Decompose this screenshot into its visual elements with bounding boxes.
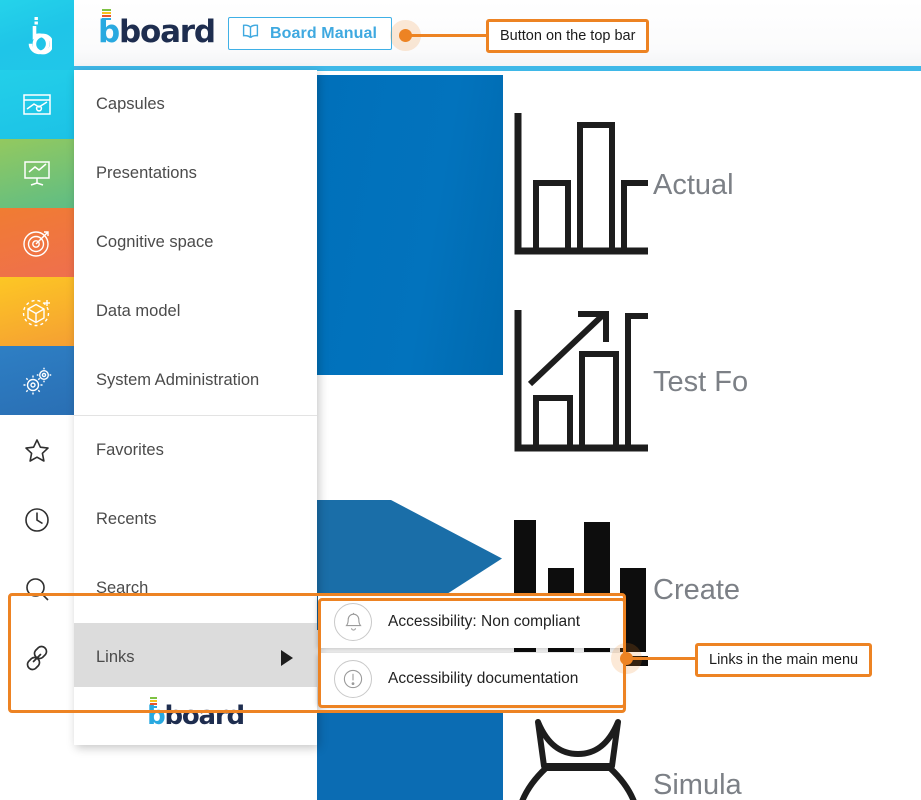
content-row-title: Create — [653, 573, 741, 606]
content-row-title: Simula — [653, 768, 742, 800]
annotation-anchor-dot — [620, 652, 633, 665]
annotation-label: Links in the main menu — [695, 643, 873, 677]
menu-item-recents[interactable]: Recents — [0, 485, 317, 554]
menu-item-label: Capsules — [96, 95, 165, 113]
menu-item-data-model[interactable]: Data model — [74, 277, 317, 346]
sidebar-item-capsules[interactable] — [0, 70, 74, 139]
annotation-leader-line — [408, 34, 493, 37]
menu-item-label: Recents — [96, 510, 157, 528]
bar-chart-outline-icon — [503, 105, 653, 265]
content-row[interactable]: Actual — [503, 105, 921, 265]
menu-item-presentations[interactable]: Presentations — [74, 139, 317, 208]
clock-icon — [0, 506, 74, 534]
star-icon — [0, 437, 74, 465]
annotation-anchor-dot — [399, 29, 412, 42]
content-row[interactable]: Test Fo — [503, 302, 921, 462]
blue-rectangle-bottom — [317, 710, 503, 800]
blue-rectangle-top — [317, 75, 503, 375]
menu-item-favorites[interactable]: Favorites — [0, 416, 317, 485]
board-b-logo-icon[interactable] — [0, 0, 74, 70]
growth-chart-icon — [503, 302, 653, 462]
content-row-title: Actual — [653, 168, 734, 201]
sidebar-item-presentations[interactable] — [0, 139, 74, 208]
menu-item-label: Presentations — [96, 164, 197, 182]
board-manual-button[interactable]: Board Manual — [228, 17, 392, 50]
sidebar-item-cognitive-space[interactable] — [0, 208, 74, 277]
sidebar-item-system-administration[interactable] — [0, 346, 74, 415]
book-icon — [240, 23, 261, 45]
menu-item-system-administration[interactable]: System Administration — [74, 346, 317, 415]
content-row[interactable]: Simula — [503, 710, 921, 800]
content-row-title: Test Fo — [653, 365, 749, 398]
menu-item-label: Favorites — [96, 441, 164, 459]
logo-color-bars — [102, 9, 111, 21]
board-logo: bboard — [98, 9, 216, 50]
annotation-leader-line — [627, 657, 699, 660]
board-logo-text: board — [119, 14, 216, 50]
menu-item-label: Data model — [96, 302, 181, 320]
annotation-label: Button on the top bar — [486, 19, 650, 53]
menu-item-label: System Administration — [96, 371, 260, 389]
menu-item-capsules[interactable]: Capsules — [74, 70, 317, 139]
menu-item-cognitive-space[interactable]: Cognitive space — [74, 208, 317, 277]
board-manual-label: Board Manual — [270, 24, 377, 42]
annotation-highlight-submenu — [318, 598, 626, 708]
menu-item-label: Cognitive space — [96, 233, 214, 251]
money-bag-icon — [503, 710, 653, 800]
app-root: Actual Test Fo Create Simula bboard Boar… — [0, 0, 921, 800]
sidebar-item-data-model[interactable] — [0, 277, 74, 346]
